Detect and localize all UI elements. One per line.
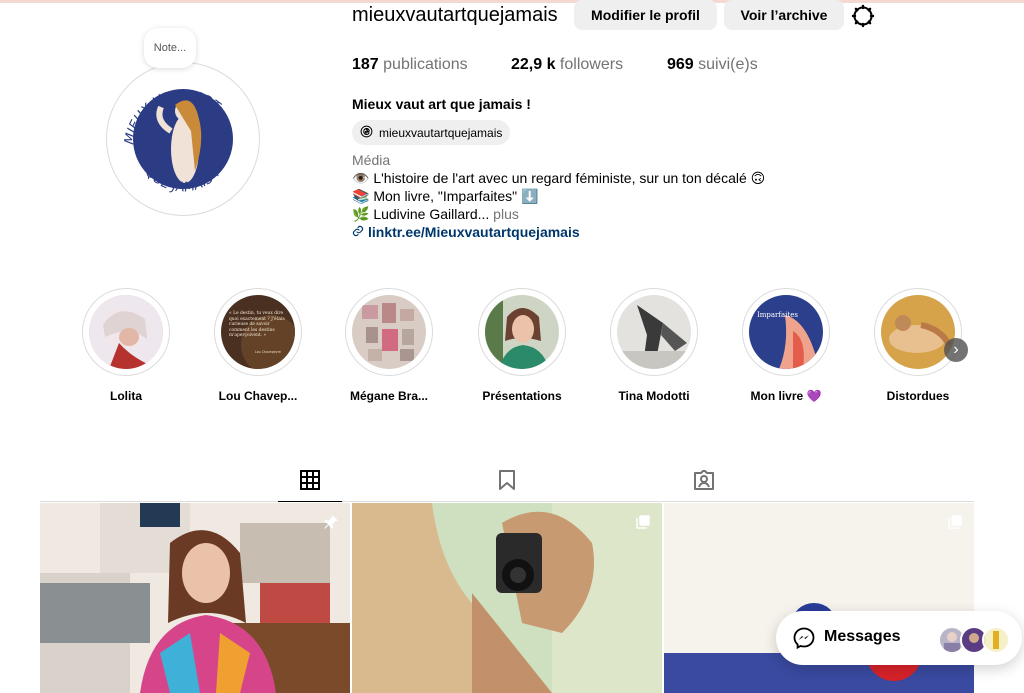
publications-number: 187 [352, 56, 379, 73]
carousel-icon [946, 513, 964, 531]
highlight-ring [478, 288, 566, 376]
messenger-icon [792, 626, 816, 650]
publications-count: 187 publications [352, 56, 468, 74]
edit-profile-button[interactable]: Modifier le profil [574, 0, 717, 30]
highlight-label: Présentations [482, 389, 562, 403]
avatar [982, 626, 1010, 654]
bookmark-icon [495, 470, 519, 496]
active-tab-indicator [278, 501, 342, 502]
bio-line-1: 👁️ L'histoire de l'art avec un regard fé… [352, 170, 766, 186]
highlight-lou-chavepeyre[interactable]: « Le destin, tu veux dire quoi exactemen… [213, 288, 303, 403]
highlight-cover [617, 295, 691, 369]
carousel-icon [634, 513, 652, 531]
bio-line-3-text: 🌿 Ludivine Gaillard... [352, 206, 494, 222]
profile-external-link[interactable]: linktr.ee/Mieuxvautartquejamais [352, 224, 580, 240]
bio-more-link[interactable]: plus [493, 206, 519, 222]
avatar-image: MIEUX VAUT ART QUE JAMAIS ! [115, 71, 251, 207]
followers-link[interactable]: 22,9 k followers [511, 56, 623, 74]
profile-username: mieuxvautartquejamais [352, 4, 558, 26]
view-archive-button[interactable]: Voir l’archive [724, 0, 844, 30]
bio-line-2: 📚 Mon livre, "Imparfaites" ⬇️ [352, 188, 539, 204]
publications-label: publications [378, 56, 468, 73]
tab-posts[interactable] [298, 468, 322, 492]
highlight-cover [881, 295, 955, 369]
threads-badge[interactable]: mieuxvautartquejamais [352, 120, 511, 145]
following-label: suivi(e)s [693, 56, 758, 73]
highlight-mon-livre[interactable]: Imparfaites Mon livre 💜 [741, 288, 831, 403]
messages-label: Messages [824, 628, 901, 645]
highlight-tina-modotti[interactable]: Tina Modotti [609, 288, 699, 403]
highlight-presentations[interactable]: Présentations [477, 288, 567, 403]
book-cover-title: Imparfaites [757, 311, 798, 319]
threads-handle: mieuxvautartquejamais [379, 125, 503, 140]
post-thumbnail[interactable] [352, 503, 662, 693]
tab-tagged[interactable] [692, 468, 716, 492]
highlight-ring [82, 288, 170, 376]
highlight-lolita[interactable]: Lolita [81, 288, 171, 403]
highlight-label: Distordues [886, 389, 950, 403]
grid-icon [298, 470, 322, 496]
link-icon [352, 224, 364, 240]
highlight-cover: Imparfaites [749, 295, 823, 369]
following-link[interactable]: 969 suivi(e)s [667, 56, 758, 74]
highlight-label: Mon livre 💜 [750, 389, 822, 403]
pin-icon [322, 513, 340, 531]
highlight-quote: « Le destin, tu veux dire quoi exactemen… [229, 311, 285, 339]
highlight-quote-author: Lou Chavepeyre [255, 350, 281, 354]
followers-label: followers [555, 56, 624, 73]
bio-line-3: 🌿 Ludivine Gaillard... plus [352, 206, 519, 223]
profile-category: Média [352, 152, 391, 168]
highlight-ring: Imparfaites [742, 288, 830, 376]
tab-saved[interactable] [495, 468, 519, 492]
profile-avatar[interactable]: MIEUX VAUT ART QUE JAMAIS ! [106, 62, 260, 216]
highlight-label: Lou Chavep... [218, 389, 298, 403]
note-bubble[interactable]: Note... [144, 28, 196, 68]
following-number: 969 [667, 56, 694, 73]
highlight-label: Tina Modotti [618, 389, 690, 403]
chevron-right-icon: › [953, 341, 959, 358]
tagged-user-icon [692, 470, 716, 496]
profile-full-name: Mieux vaut art que jamais ! [352, 96, 531, 112]
messages-button[interactable]: Messages [776, 611, 1022, 665]
highlight-megane[interactable]: Mégane Bra... [344, 288, 434, 403]
threads-icon [360, 125, 373, 141]
highlight-label: Lolita [110, 389, 142, 403]
post-thumbnail[interactable] [40, 503, 350, 693]
highlight-ring: « Le destin, tu veux dire quoi exactemen… [214, 288, 302, 376]
note-label: Note... [153, 42, 187, 54]
highlight-cover [352, 295, 426, 369]
highlight-ring [610, 288, 698, 376]
highlight-cover: « Le destin, tu veux dire quoi exactemen… [221, 295, 295, 369]
followers-number: 22,9 k [511, 56, 556, 73]
link-text: linktr.ee/Mieuxvautartquejamais [368, 224, 580, 240]
highlight-ring [874, 288, 962, 376]
top-border [0, 0, 1024, 3]
highlights-next-button[interactable]: › [944, 338, 968, 362]
highlight-ring [345, 288, 433, 376]
highlight-cover [89, 295, 163, 369]
highlight-cover [485, 295, 559, 369]
highlight-label: Mégane Bra... [349, 389, 429, 403]
tabs-divider [40, 501, 974, 502]
settings-gear-icon[interactable] [851, 4, 875, 28]
